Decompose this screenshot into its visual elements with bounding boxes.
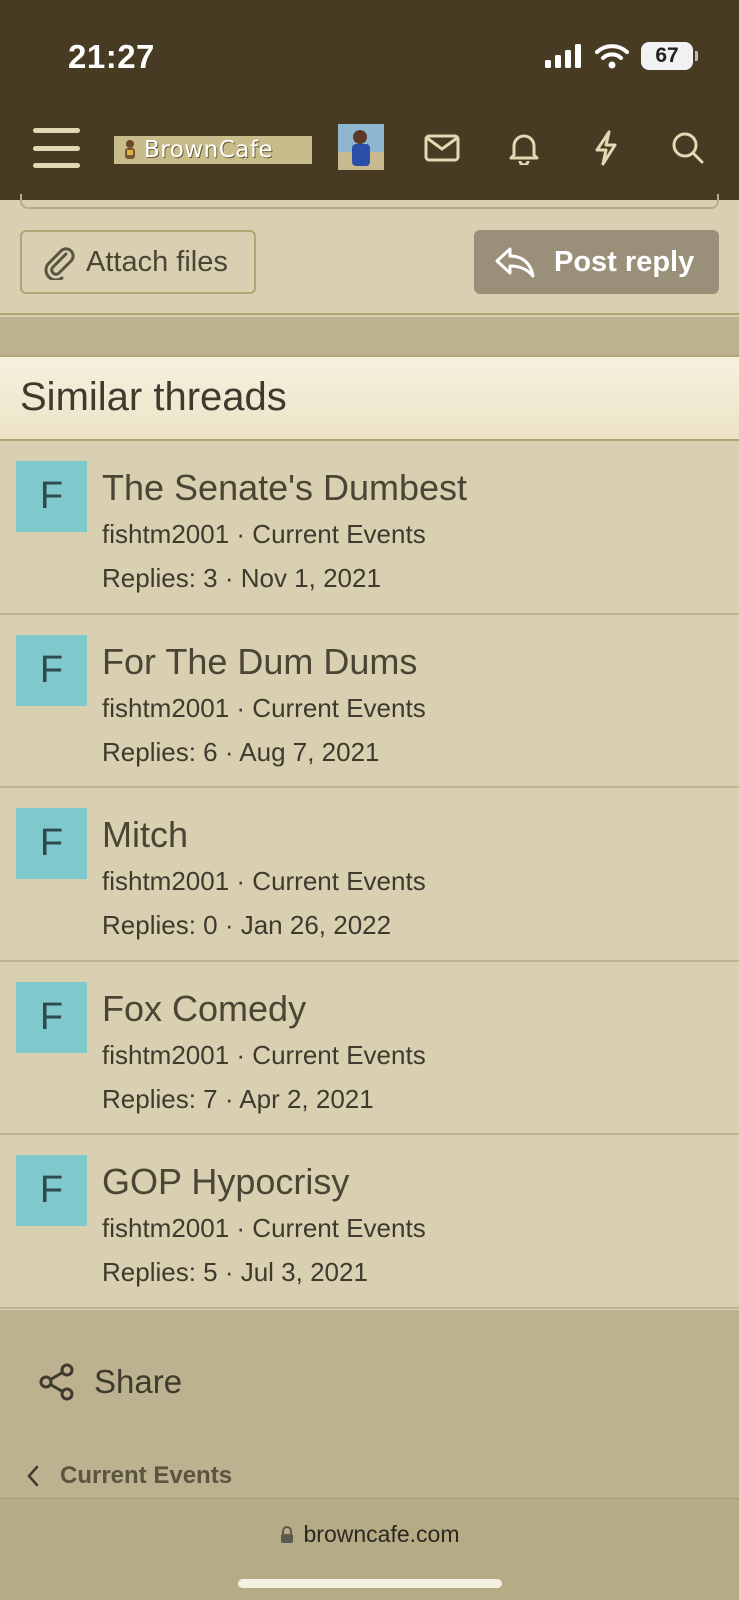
post-reply-label: Post reply: [554, 245, 695, 278]
chevron-left-icon: [27, 1465, 39, 1487]
logo-text: BrownCafe: [144, 137, 274, 163]
similar-threads-list: F The Senate's Dumbest fishtm2001 · Curr…: [0, 441, 739, 1309]
thread-stats: Replies: 0 · Jan 26, 2022: [102, 910, 392, 941]
reply-arrow-icon: [495, 247, 535, 278]
thread-author-forum: fishtm2001 · Current Events: [102, 519, 426, 549]
similar-threads-title: Similar threads: [20, 375, 287, 419]
post-reply-button[interactable]: Post reply: [474, 230, 719, 294]
menu-icon[interactable]: [33, 128, 80, 168]
editor-bottom-edge: [20, 194, 719, 209]
thread-stats: Replies: 3 · Nov 1, 2021: [102, 563, 381, 593]
thread-item[interactable]: F Mitch fishtm2001 · Current Events Repl…: [0, 788, 739, 962]
thread-stats: Replies: 7 · Apr 2, 2021: [102, 1083, 374, 1114]
thread-item[interactable]: F GOP Hypocrisy fishtm2001 · Current Eve…: [0, 1135, 739, 1309]
share-button[interactable]: Share: [38, 1362, 182, 1402]
paperclip-icon: [44, 247, 75, 280]
thread-title[interactable]: Fox Comedy: [102, 988, 306, 1030]
thread-author-avatar[interactable]: F: [16, 1155, 87, 1227]
battery-indicator: 67: [641, 42, 698, 70]
url-text: browncafe.com: [303, 1521, 460, 1547]
reply-toolbar: Attach files Post reply: [0, 194, 739, 315]
bell-icon[interactable]: [504, 128, 544, 168]
breadcrumb[interactable]: Current Events: [26, 1462, 232, 1490]
site-logo[interactable]: BrownCafe: [114, 136, 312, 164]
thread-title[interactable]: For The Dum Dums: [102, 641, 417, 683]
thread-author-forum: fishtm2001 · Current Events: [102, 692, 426, 723]
thread-item[interactable]: F The Senate's Dumbest fishtm2001 · Curr…: [0, 441, 739, 615]
top-header: 21:27 67 BrownCafe: [0, 0, 739, 200]
thread-author-forum: fishtm2001 · Current Events: [102, 1039, 426, 1070]
user-avatar[interactable]: [338, 124, 384, 170]
inbox-icon[interactable]: [422, 128, 462, 168]
lock-icon: [280, 1525, 293, 1543]
similar-threads-header: Similar threads: [0, 357, 739, 441]
search-icon[interactable]: [668, 128, 708, 168]
lightning-icon[interactable]: [586, 128, 626, 168]
thread-author-avatar[interactable]: F: [16, 808, 87, 880]
share-label: Share: [94, 1363, 183, 1400]
wifi-icon: [595, 44, 629, 69]
breadcrumb-label: Current Events: [60, 1462, 233, 1489]
url-display[interactable]: browncafe.com: [0, 1521, 739, 1548]
thread-title[interactable]: Mitch: [102, 814, 188, 856]
attach-files-button[interactable]: Attach files: [20, 230, 256, 294]
thread-title[interactable]: GOP Hypocrisy: [102, 1161, 349, 1203]
browser-url-bar[interactable]: browncafe.com: [0, 1498, 739, 1600]
thread-item[interactable]: F Fox Comedy fishtm2001 · Current Events…: [0, 961, 739, 1136]
thread-author-avatar[interactable]: F: [16, 981, 87, 1053]
thread-title[interactable]: The Senate's Dumbest: [102, 467, 467, 509]
thread-stats: Replies: 5 · Jul 3, 2021: [102, 1257, 368, 1288]
bear-mascot-icon: [125, 140, 135, 159]
thread-item[interactable]: F For The Dum Dums fishtm2001 · Current …: [0, 614, 739, 789]
section-divider: [0, 317, 739, 357]
home-indicator[interactable]: [238, 1579, 502, 1588]
status-icons: 67: [545, 42, 698, 70]
thread-stats: Replies: 6 · Aug 7, 2021: [102, 736, 380, 767]
attach-files-label: Attach files: [86, 245, 228, 278]
cellular-signal-icon: [545, 44, 581, 68]
site-nav: BrownCafe: [0, 118, 739, 180]
thread-author-avatar[interactable]: F: [16, 461, 87, 532]
thread-author-avatar[interactable]: F: [16, 634, 87, 706]
thread-author-forum: fishtm2001 · Current Events: [102, 866, 426, 897]
page-footer: Share Current Events: [0, 1310, 739, 1500]
thread-author-forum: fishtm2001 · Current Events: [102, 1213, 426, 1244]
status-time: 21:27: [68, 38, 155, 75]
share-icon: [39, 1363, 74, 1401]
